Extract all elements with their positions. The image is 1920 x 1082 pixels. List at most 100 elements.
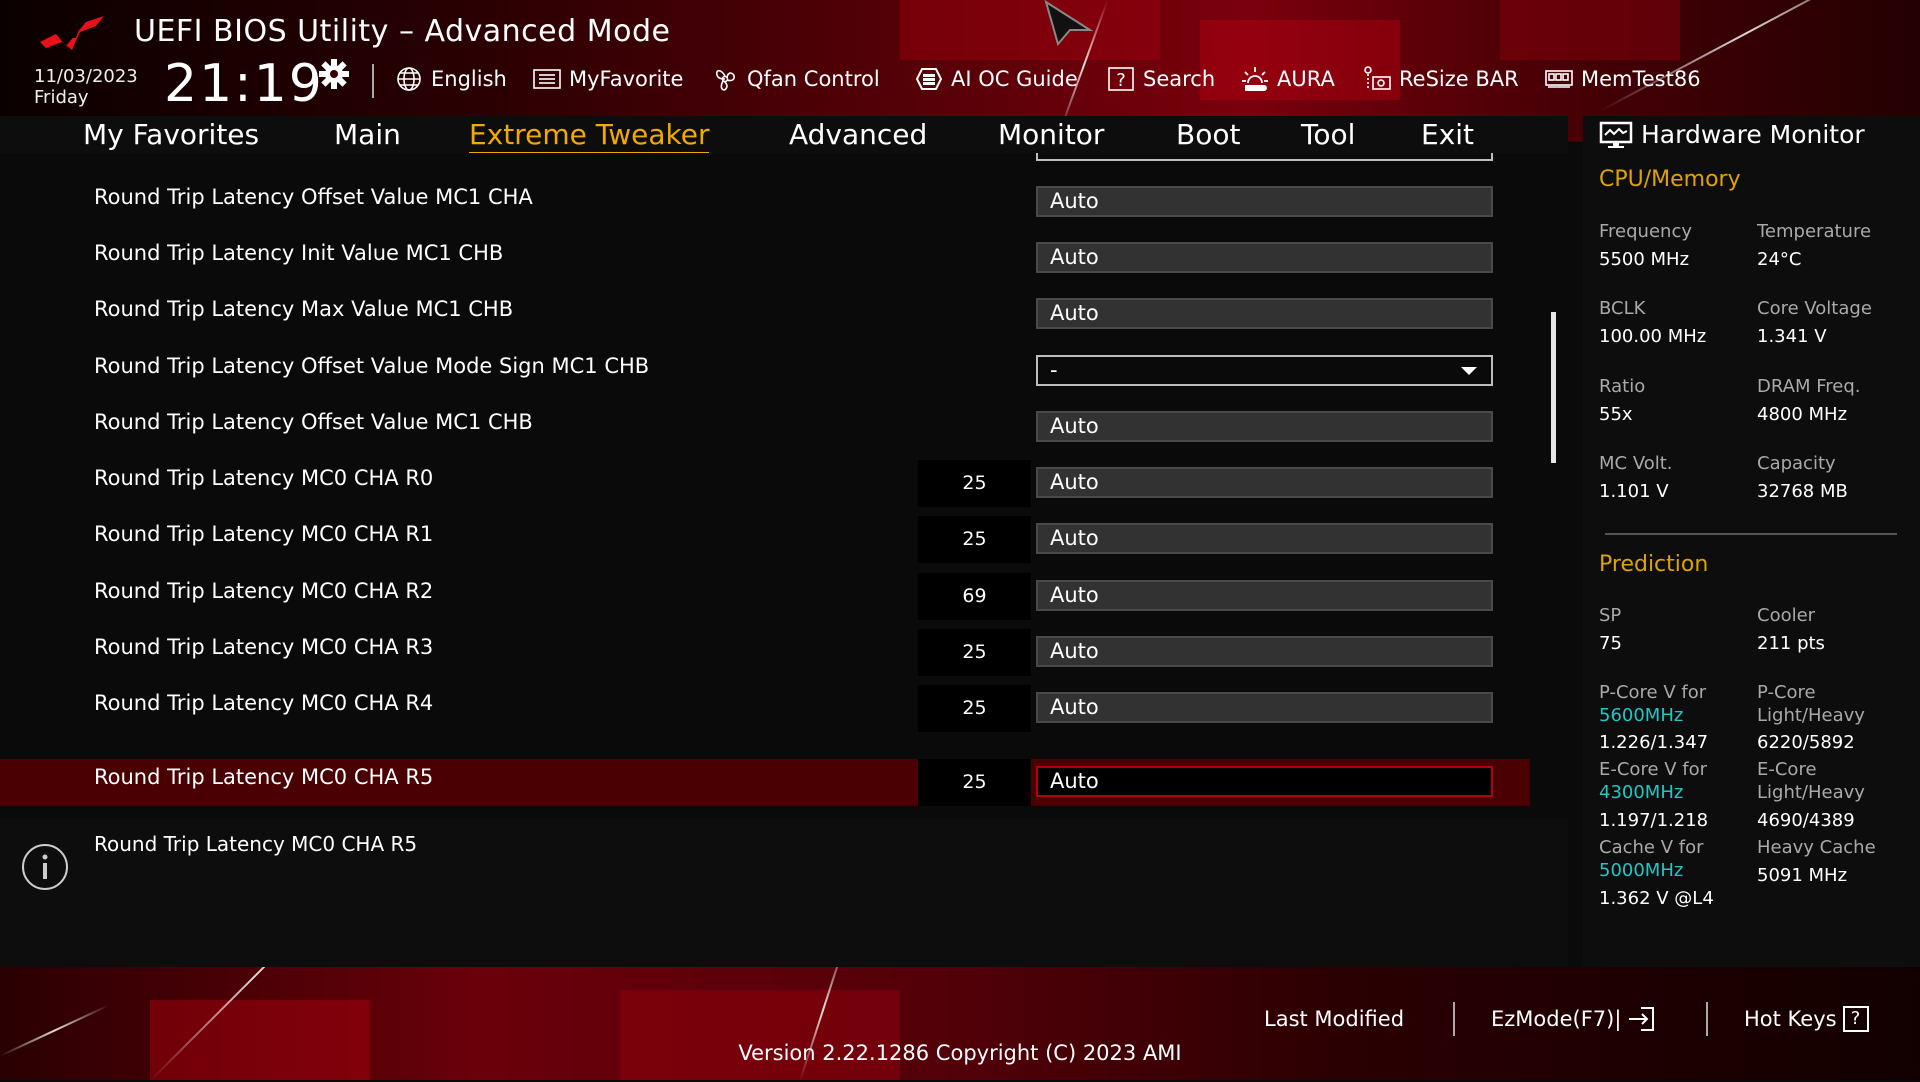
app-title: UEFI BIOS Utility – Advanced Mode	[134, 14, 671, 49]
setting-row[interactable]: Round Trip Latency MC0 CHA R3 25 Auto	[0, 629, 1530, 676]
qfan-control-button[interactable]: Qfan Control	[710, 64, 880, 94]
tab-exit[interactable]: Exit	[1421, 116, 1474, 153]
setting-row[interactable]: Round Trip Latency Offset Value MC1 CHA …	[0, 179, 1530, 226]
setting-input[interactable]: Auto	[1036, 411, 1493, 442]
select-value: -	[1050, 358, 1058, 382]
clock-settings-gear-icon[interactable]	[318, 58, 350, 90]
hw-label: DRAM Freq.	[1757, 376, 1861, 397]
bg-shape	[150, 1000, 370, 1080]
setting-input[interactable]: Auto	[1036, 186, 1493, 217]
hw-value: 211 pts	[1757, 633, 1825, 654]
setting-select[interactable]: -	[1036, 153, 1493, 161]
tab-extreme-tweaker[interactable]: Extreme Tweaker	[469, 116, 710, 156]
current-value: 25	[918, 629, 1031, 676]
search-button[interactable]: ? Search	[1106, 64, 1215, 94]
setting-label: Round Trip Latency MC0 CHA R2	[94, 579, 434, 603]
setting-input[interactable]: Auto	[1036, 242, 1493, 273]
hw-label: P-Core V for	[1599, 682, 1707, 703]
select-value: -	[1050, 153, 1058, 157]
setting-input[interactable]: Auto	[1036, 523, 1493, 554]
hw-value: 75	[1599, 633, 1622, 654]
setting-row[interactable]: Round Trip Latency MC0 CHA R4 25 Auto	[0, 685, 1530, 732]
scrollbar[interactable]	[1551, 312, 1556, 463]
hw-label: MC Volt.	[1599, 453, 1673, 474]
settings-list: Round Trip Latency Offset Value Mode Sig…	[0, 153, 1568, 808]
hot-keys-button[interactable]: Hot Keys ?	[1744, 1004, 1869, 1034]
hw-label: P-Core	[1757, 682, 1816, 703]
setting-input[interactable]: Auto	[1036, 692, 1493, 723]
myfavorite-button[interactable]: MyFavorite	[532, 64, 683, 94]
tab-advanced[interactable]: Advanced	[789, 116, 927, 153]
setting-row[interactable]: Round Trip Latency Max Value MC1 CHB Aut…	[0, 291, 1530, 338]
help-text: Round Trip Latency MC0 CHA R5	[94, 832, 418, 856]
setting-label: Round Trip Latency MC0 CHA R1	[94, 522, 434, 546]
current-value: 25	[918, 685, 1031, 732]
mouse-cursor-icon	[1044, 0, 1094, 46]
hw-value: 1.341 V	[1757, 326, 1827, 347]
setting-input[interactable]: Auto	[1036, 766, 1493, 797]
hw-value: 1.197/1.218	[1599, 810, 1709, 831]
setting-row[interactable]: Round Trip Latency Offset Value Mode Sig…	[0, 348, 1530, 395]
setting-row[interactable]: Round Trip Latency MC0 CHA R0 25 Auto	[0, 460, 1530, 507]
ai-oc-guide-button[interactable]: AI OC Guide	[914, 64, 1078, 94]
monitor-icon	[1599, 121, 1633, 148]
setting-row[interactable]: Round Trip Latency Offset Value Mode Sig…	[0, 153, 1530, 170]
svg-text:?: ?	[1116, 70, 1126, 91]
setting-label: Round Trip Latency Max Value MC1 CHB	[94, 297, 514, 321]
hw-label: Core Voltage	[1757, 298, 1872, 319]
resize-bar-button[interactable]: ReSize BAR	[1362, 64, 1519, 94]
search-question-icon: ?	[1108, 67, 1134, 91]
tab-monitor[interactable]: Monitor	[998, 116, 1104, 153]
hw-value: 5500 MHz	[1599, 249, 1690, 270]
hardware-monitor-title: Hardware Monitor	[1599, 116, 1865, 153]
language-button[interactable]: English	[394, 64, 507, 94]
hw-label: Light/Heavy	[1757, 705, 1865, 726]
aura-button[interactable]: AURA	[1240, 64, 1335, 94]
hw-value: 55x	[1599, 404, 1633, 425]
rog-logo-icon	[40, 16, 104, 50]
setting-row[interactable]: Round Trip Latency MC0 CHA R1 25 Auto	[0, 516, 1530, 563]
setting-input[interactable]: Auto	[1036, 298, 1493, 329]
setting-row[interactable]: Round Trip Latency Init Value MC1 CHB Au…	[0, 235, 1530, 282]
setting-select[interactable]: -	[1036, 355, 1493, 386]
setting-row-selected[interactable]: Round Trip Latency MC0 CHA R5 25 Auto	[0, 759, 1530, 806]
hw-frequency-highlight: 5000MHz	[1599, 860, 1684, 881]
hw-label: Cache V for	[1599, 837, 1704, 858]
setting-input[interactable]: Auto	[1036, 636, 1493, 667]
tab-my-favorites[interactable]: My Favorites	[83, 116, 259, 153]
setting-input[interactable]: Auto	[1036, 467, 1493, 498]
favorite-list-icon	[533, 69, 561, 89]
fan-icon	[715, 69, 735, 91]
hw-label: E-Core	[1757, 759, 1817, 780]
tab-tool[interactable]: Tool	[1301, 116, 1355, 153]
hot-keys-label: Hot Keys	[1744, 1007, 1837, 1031]
tab-boot[interactable]: Boot	[1176, 116, 1240, 153]
hw-label: BCLK	[1599, 298, 1646, 319]
footer-separator	[1453, 1002, 1455, 1036]
setting-input[interactable]: Auto	[1036, 580, 1493, 611]
tab-main[interactable]: Main	[334, 116, 401, 153]
setting-label: Round Trip Latency MC0 CHA R5	[94, 765, 434, 789]
hw-value: 4800 MHz	[1757, 404, 1848, 425]
bg-shape	[900, 0, 1160, 60]
setting-row[interactable]: Round Trip Latency MC0 CHA R2 69 Auto	[0, 573, 1530, 620]
memtest86-label: MemTest86	[1581, 67, 1701, 91]
hw-value: 4690/4389	[1757, 810, 1855, 831]
hw-value: 6220/5892	[1757, 732, 1855, 753]
memtest86-button[interactable]: MemTest86	[1544, 64, 1701, 94]
current-value: 25	[918, 460, 1031, 507]
setting-row[interactable]: Round Trip Latency Offset Value MC1 CHB …	[0, 404, 1530, 451]
last-modified-button[interactable]: Last Modified	[1264, 1004, 1404, 1034]
setting-label: Round Trip Latency MC0 CHA R0	[94, 466, 434, 490]
resize-bar-label: ReSize BAR	[1399, 67, 1519, 91]
hw-divider	[1605, 533, 1897, 535]
hw-value: 100.00 MHz	[1599, 326, 1707, 347]
hw-label: Temperature	[1757, 221, 1872, 242]
setting-label: Round Trip Latency MC0 CHA R3	[94, 635, 434, 659]
ezmode-button[interactable]: EzMode(F7)|	[1491, 1004, 1655, 1034]
hardware-monitor-label: Hardware Monitor	[1641, 120, 1865, 149]
date: 11/03/2023	[34, 66, 138, 87]
hw-label: Heavy Cache	[1757, 837, 1876, 858]
question-key-icon: ?	[1842, 1006, 1869, 1032]
search-label: Search	[1143, 67, 1216, 91]
